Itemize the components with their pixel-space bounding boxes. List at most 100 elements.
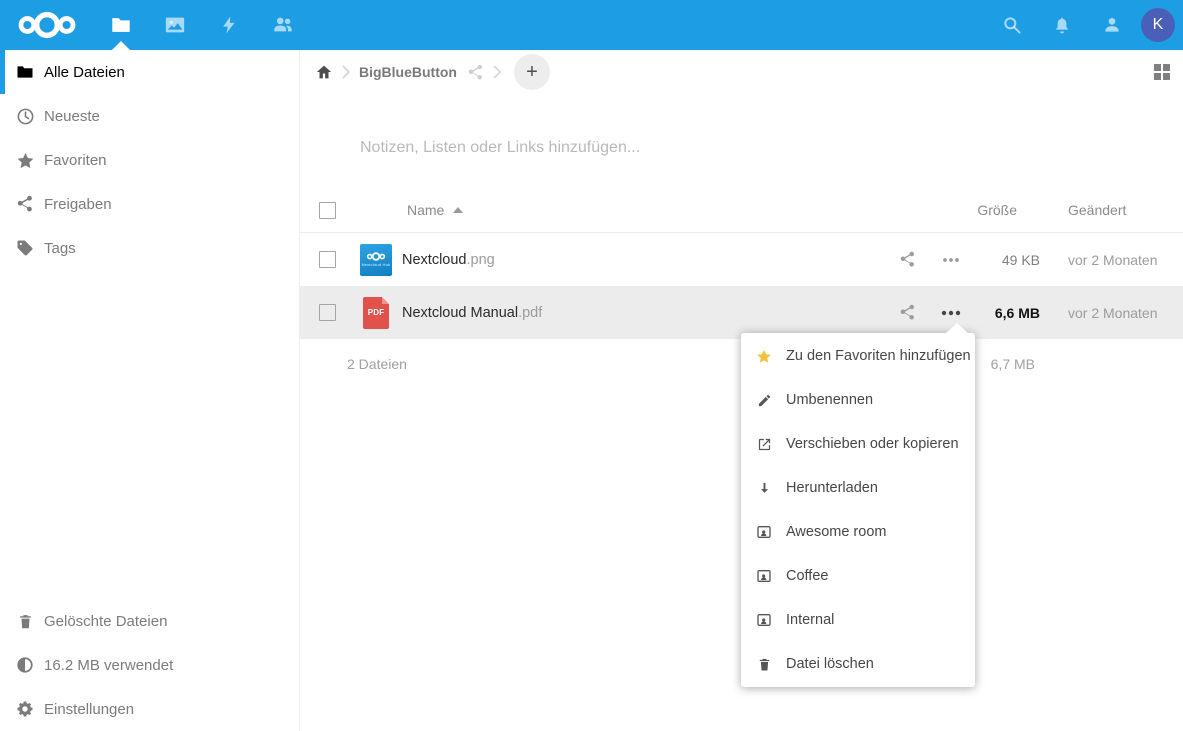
sidebar-item-recent[interactable]: Neueste bbox=[0, 94, 299, 138]
pdf-icon-label: PDF bbox=[368, 308, 385, 317]
row-checkbox[interactable] bbox=[319, 251, 336, 268]
menu-item-awesome-room[interactable]: Awesome room bbox=[741, 510, 975, 554]
share-icon[interactable] bbox=[885, 251, 929, 268]
menu-item-label: Herunterladen bbox=[786, 480, 878, 496]
new-file-button[interactable]: + bbox=[514, 54, 550, 90]
room-icon bbox=[756, 524, 772, 540]
file-extension: .png bbox=[466, 252, 494, 268]
column-header-modified[interactable]: Geändert bbox=[1068, 202, 1126, 218]
menu-item-label: Coffee bbox=[786, 568, 828, 584]
home-icon[interactable] bbox=[315, 63, 333, 81]
sidebar-item-favorites[interactable]: Favoriten bbox=[0, 138, 299, 182]
notes-input[interactable]: Notizen, Listen oder Links hinzufügen... bbox=[360, 139, 640, 157]
top-bar: K bbox=[0, 0, 1183, 50]
sidebar-item-deleted-files[interactable]: Gelöschte Dateien bbox=[0, 599, 298, 643]
trash-icon bbox=[15, 611, 35, 631]
star-icon bbox=[15, 150, 35, 170]
menu-item-label: Awesome room bbox=[786, 524, 886, 540]
search-icon[interactable] bbox=[987, 0, 1037, 50]
sidebar-item-label: Einstellungen bbox=[44, 701, 134, 718]
file-size: 49 KB bbox=[973, 252, 1040, 268]
sidebar-item-shares[interactable]: Freigaben bbox=[0, 182, 299, 226]
file-list-header: Name Größe Geändert bbox=[300, 188, 1183, 233]
file-row-nextcloud-manual-pdf[interactable]: PDF Nextcloud Manual.pdf 6,6 MB vor 2 Mo… bbox=[300, 286, 1183, 339]
more-actions-icon[interactable] bbox=[929, 257, 973, 263]
active-app-pointer bbox=[112, 41, 130, 50]
star-icon bbox=[756, 348, 772, 364]
room-icon bbox=[756, 568, 772, 584]
sort-ascending-icon[interactable] bbox=[453, 207, 463, 213]
sidebar-item-label: Gelöschte Dateien bbox=[44, 613, 167, 630]
png-thumbnail-icon: Nextcloud Hub bbox=[360, 244, 392, 276]
menu-item-internal-room[interactable]: Internal bbox=[741, 598, 975, 642]
trash-icon bbox=[756, 656, 772, 672]
activity-lightning-icon bbox=[219, 14, 239, 36]
download-icon bbox=[756, 480, 772, 496]
menu-item-coffee-room[interactable]: Coffee bbox=[741, 554, 975, 598]
app-contacts-button[interactable] bbox=[256, 0, 310, 50]
menu-item-delete-file[interactable]: Datei löschen bbox=[741, 642, 975, 686]
share-icon[interactable] bbox=[885, 304, 929, 321]
menu-item-add-to-favorites[interactable]: Zu den Favoriten hinzufügen bbox=[741, 334, 975, 378]
total-size: 6,7 MB bbox=[991, 356, 1035, 372]
menu-item-label: Umbenennen bbox=[786, 392, 873, 408]
more-actions-icon[interactable] bbox=[929, 310, 973, 316]
photos-icon bbox=[164, 14, 186, 36]
room-icon bbox=[756, 612, 772, 628]
share-icon bbox=[15, 194, 35, 214]
menu-item-rename[interactable]: Umbenennen bbox=[741, 378, 975, 422]
sidebar-item-all-files[interactable]: Alle Dateien bbox=[0, 50, 299, 94]
sidebar-item-label: Tags bbox=[44, 240, 76, 257]
menu-item-label: Zu den Favoriten hinzufügen bbox=[786, 348, 971, 364]
breadcrumb-folder[interactable]: BigBlueButton bbox=[359, 64, 457, 80]
sidebar-item-tags[interactable]: Tags bbox=[0, 226, 299, 270]
menu-item-download[interactable]: Herunterladen bbox=[741, 466, 975, 510]
sidebar-item-label: Neueste bbox=[44, 108, 100, 125]
pdf-icon: PDF bbox=[363, 297, 389, 329]
file-extension: .pdf bbox=[518, 305, 542, 321]
breadcrumb-separator-icon bbox=[342, 65, 350, 79]
menu-item-label: Datei löschen bbox=[786, 656, 874, 672]
sidebar-item-settings[interactable]: Einstellungen bbox=[0, 687, 298, 731]
column-header-name[interactable]: Name bbox=[407, 202, 444, 218]
file-row-nextcloud-png[interactable]: Nextcloud Hub Nextcloud.png 49 KB vor 2 … bbox=[300, 233, 1183, 286]
file-count: 2 Dateien bbox=[347, 356, 407, 372]
file-name[interactable]: Nextcloud.png bbox=[402, 252, 885, 268]
sidebar-item-label: 16.2 MB verwendet bbox=[44, 657, 173, 674]
folder-icon bbox=[15, 62, 35, 82]
files-folder-icon bbox=[110, 14, 132, 36]
notifications-bell-icon[interactable] bbox=[1037, 0, 1087, 50]
app-files-button[interactable] bbox=[94, 0, 148, 50]
files-sidebar: Alle Dateien Neueste Favoriten Freigaben bbox=[0, 50, 300, 731]
sidebar-item-label: Alle Dateien bbox=[44, 64, 125, 81]
quota-icon bbox=[15, 655, 35, 675]
menu-item-label: Internal bbox=[786, 612, 834, 628]
grid-view-icon[interactable] bbox=[1154, 64, 1170, 80]
user-avatar[interactable]: K bbox=[1141, 8, 1175, 42]
sidebar-item-quota: 16.2 MB verwendet bbox=[0, 643, 298, 687]
pdf-file-icon: PDF bbox=[360, 297, 392, 329]
nextcloud-logo-icon[interactable] bbox=[0, 0, 94, 50]
gear-icon bbox=[15, 699, 35, 719]
contacts-people-icon bbox=[271, 14, 295, 36]
sidebar-footer: Gelöschte Dateien 16.2 MB verwendet E bbox=[0, 599, 298, 731]
file-modified: vor 2 Monaten bbox=[1040, 252, 1183, 268]
thumbnail-label: Nextcloud Hub bbox=[362, 262, 391, 267]
row-checkbox[interactable] bbox=[319, 304, 336, 321]
breadcrumb-share-icon[interactable] bbox=[467, 64, 484, 81]
menu-item-move-or-copy[interactable]: Verschieben oder kopieren bbox=[741, 422, 975, 466]
breadcrumb-separator-icon bbox=[493, 65, 501, 79]
controls-bar: BigBlueButton + bbox=[300, 50, 1183, 94]
app-photos-button[interactable] bbox=[148, 0, 202, 50]
clock-icon bbox=[15, 106, 35, 126]
select-all-checkbox[interactable] bbox=[319, 202, 336, 219]
contacts-menu-icon[interactable] bbox=[1087, 0, 1137, 50]
file-modified: vor 2 Monaten bbox=[1040, 305, 1183, 321]
tag-icon bbox=[15, 238, 35, 258]
move-copy-icon bbox=[756, 436, 772, 452]
column-header-size[interactable]: Größe bbox=[977, 202, 1017, 218]
app-activity-button[interactable] bbox=[202, 0, 256, 50]
file-name[interactable]: Nextcloud Manual.pdf bbox=[402, 305, 885, 321]
app-navigation bbox=[94, 0, 310, 50]
menu-item-label: Verschieben oder kopieren bbox=[786, 436, 959, 452]
